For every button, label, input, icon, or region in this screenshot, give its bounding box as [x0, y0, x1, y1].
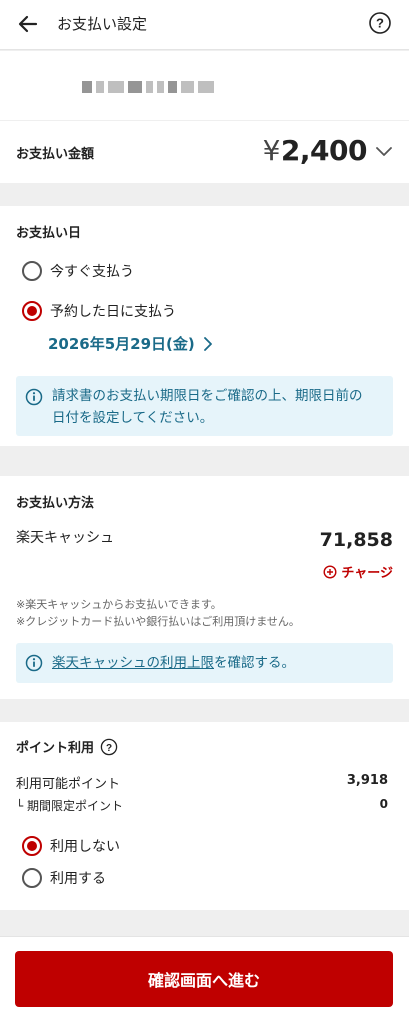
cash-balance: 71,858	[319, 529, 393, 551]
info-icon	[25, 654, 43, 672]
charge-label: チャージ	[341, 566, 393, 581]
method-note-2: ※クレジットカード払いや銀行払いはご利用頂けません。	[16, 615, 300, 628]
masked-block	[157, 81, 164, 93]
radio-label-pay-now: 今すぐ支払う	[50, 264, 134, 280]
masked-block	[146, 81, 153, 93]
radio-no-points[interactable]: 利用しない	[22, 836, 120, 856]
date-info-text: 請求書のお支払い期限日をご確認の上、期限日前の 日付を設定してください。	[52, 385, 388, 429]
amount-value[interactable]: ¥2,400	[262, 134, 368, 167]
masked-block	[198, 81, 214, 93]
masked-block	[82, 81, 92, 93]
scheduled-date-link[interactable]: 2026年5月29日(金)	[48, 333, 213, 354]
masked-block	[181, 81, 194, 93]
radio-button-checked[interactable]	[22, 301, 42, 321]
masked-block	[168, 81, 177, 93]
chevron-right-icon	[203, 336, 212, 351]
radio-label-no-points: 利用しない	[50, 839, 120, 855]
svg-text:?: ?	[376, 16, 384, 31]
currency-symbol: ¥	[262, 134, 281, 167]
radio-button[interactable]	[22, 261, 42, 281]
available-points-label: 利用可能ポイント	[16, 777, 121, 792]
cash-limit-link[interactable]: 楽天キャッシュの利用上限	[52, 655, 214, 671]
radio-pay-now[interactable]: 今すぐ支払う	[22, 261, 134, 281]
payment-date-title: お支払い日	[16, 226, 82, 241]
method-name: 楽天キャッシュ	[16, 530, 114, 546]
available-points-row: 利用可能ポイント 3,918	[16, 773, 388, 792]
masked-block	[108, 81, 124, 93]
radio-button[interactable]	[22, 868, 42, 888]
date-info-line-1: 請求書のお支払い期限日をご確認の上、期限日前の	[52, 388, 363, 404]
charge-button[interactable]: チャージ	[323, 562, 393, 581]
limited-points-value: 0	[379, 797, 388, 811]
page-title: お支払い設定	[57, 15, 148, 33]
limit-info-text: 楽天キャッシュの利用上限を確認する。	[52, 652, 295, 674]
radio-use-points[interactable]: 利用する	[22, 868, 106, 888]
amount-label: お支払い金額	[16, 147, 95, 162]
payment-method-title: お支払い方法	[16, 496, 95, 511]
info-icon	[25, 388, 43, 406]
masked-block	[96, 81, 104, 93]
amount-number: 2,400	[280, 134, 368, 167]
scheduled-date: 2026年5月29日(金)	[48, 335, 195, 353]
points-title: ポイント利用	[16, 741, 95, 756]
back-arrow-icon[interactable]	[16, 12, 40, 36]
masked-block	[128, 81, 142, 93]
help-icon[interactable]: ?	[368, 11, 392, 35]
limit-info-suffix: を確認する。	[214, 655, 295, 671]
limit-info-box: 楽天キャッシュの利用上限を確認する。	[16, 643, 393, 683]
radio-button-checked[interactable]	[22, 836, 42, 856]
plus-circle-icon	[323, 564, 337, 579]
confirm-button[interactable]: 確認画面へ進む	[15, 951, 393, 1007]
radio-pay-scheduled[interactable]: 予約した日に支払う	[22, 301, 176, 321]
limited-points-label: └ 期間限定ポイント	[16, 799, 124, 813]
points-title-row: ポイント利用 ?	[16, 737, 118, 756]
available-points-value: 3,918	[346, 773, 388, 788]
chevron-down-icon[interactable]	[375, 146, 393, 158]
limited-points-row: └ 期間限定ポイント 0	[16, 797, 388, 814]
help-icon[interactable]: ?	[100, 738, 118, 756]
radio-label-use-points: 利用する	[50, 871, 106, 887]
method-note-1: ※楽天キャッシュからお支払いできます。	[16, 598, 222, 611]
date-info-line-2: 日付を設定してください。	[52, 410, 214, 426]
radio-label-scheduled: 予約した日に支払う	[50, 304, 176, 320]
svg-text:?: ?	[106, 742, 112, 753]
app-header: お支払い設定 ?	[0, 0, 409, 50]
date-info-box: 請求書のお支払い期限日をご確認の上、期限日前の 日付を設定してください。	[16, 376, 393, 436]
masked-payee-name	[82, 81, 214, 93]
